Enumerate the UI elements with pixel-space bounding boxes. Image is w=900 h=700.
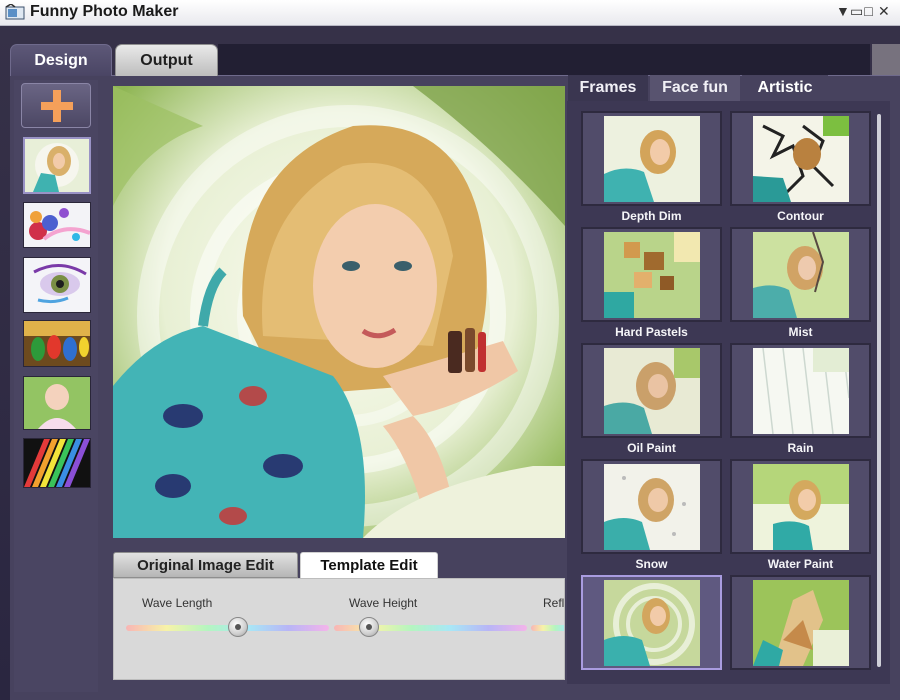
preview-image: [113, 86, 565, 538]
effect-rain[interactable]: [730, 343, 871, 438]
effect-oil-paint[interactable]: [581, 343, 722, 438]
window-title: Funny Photo Maker: [30, 3, 179, 20]
menu-dropdown-icon[interactable]: ▼: [836, 3, 850, 19]
effect-label-rain: Rain: [787, 441, 814, 455]
sidebar-thumbnail-baby[interactable]: [23, 376, 91, 430]
portrait-thumbnail-image: [25, 139, 89, 192]
effect-mosaic-preview: [753, 580, 849, 666]
app-logo-icon: [5, 4, 25, 20]
photo-preview-canvas[interactable]: [113, 86, 565, 538]
effect-oil-paint-preview: [604, 348, 700, 434]
slider-label-reflection: Refl: [543, 596, 565, 610]
flowers-thumbnail-image: [24, 203, 90, 247]
effect-snow-preview: [604, 464, 700, 550]
effect-mist[interactable]: [730, 227, 871, 322]
sidebar-thumbnail-flowers[interactable]: [23, 202, 91, 248]
effects-scrollbar[interactable]: [877, 114, 881, 667]
sidebar-thumbnail-rainbow[interactable]: [23, 438, 91, 488]
slider-label-wave-length: Wave Length: [142, 596, 213, 610]
rainbow-thumbnail-image: [24, 439, 90, 487]
effect-depth-dim[interactable]: [581, 111, 722, 206]
sidebar-thumbnail-eye[interactable]: [23, 257, 91, 313]
tab-frames[interactable]: Frames: [568, 75, 648, 101]
effect-water-paint[interactable]: [730, 459, 871, 554]
effect-snow[interactable]: [581, 459, 722, 554]
effect-contour[interactable]: [730, 111, 871, 206]
sidebar-thumbnail-portrait[interactable]: [23, 137, 91, 194]
effect-mist-preview: [753, 232, 849, 318]
title-bar: Funny Photo Maker ▼▭□✕: [0, 0, 900, 26]
effect-label-snow: Snow: [635, 557, 668, 571]
eye-thumbnail-image: [24, 258, 90, 312]
tab-template-edit[interactable]: Template Edit: [300, 552, 438, 578]
effect-mosaic[interactable]: [730, 575, 871, 670]
effect-label-mist: Mist: [788, 325, 813, 339]
effect-contour-preview: [753, 116, 849, 202]
effect-label-water-paint: Water Paint: [767, 557, 834, 571]
tab-strip-background: [218, 44, 870, 76]
close-button[interactable]: ✕: [878, 3, 892, 20]
effect-water-paint-preview: [753, 464, 849, 550]
tab-output[interactable]: Output: [115, 44, 218, 76]
template-edit-panel: Wave Length Wave Height Refl: [113, 578, 565, 680]
maximize-button[interactable]: □: [864, 3, 878, 19]
slider-label-wave-height: Wave Height: [349, 596, 418, 610]
artistic-effects-grid: Depth Dim Contour Hard Pastels Mist Oil …: [567, 101, 890, 684]
effect-depth-dim-preview: [604, 116, 700, 202]
tab-artistic[interactable]: Artistic: [742, 75, 828, 101]
sidebar-thumbnail-parrots[interactable]: [23, 320, 91, 367]
effect-label-depth-dim: Depth Dim: [621, 209, 682, 223]
baby-thumbnail-image: [24, 377, 90, 429]
wave-length-slider-thumb[interactable]: [227, 617, 248, 637]
effect-label-oil-paint: Oil Paint: [627, 441, 676, 455]
reflection-track[interactable]: [531, 625, 564, 631]
wave-height-slider-thumb[interactable]: [358, 617, 379, 637]
add-photo-button[interactable]: [21, 83, 91, 128]
effect-label-contour: Contour: [777, 209, 824, 223]
tab-strip-edge: [872, 44, 900, 76]
effect-swirl-preview: [604, 580, 700, 666]
tab-face-fun[interactable]: Face fun: [650, 75, 740, 101]
effect-label-hard-pastels: Hard Pastels: [615, 325, 688, 339]
effect-hard-pastels[interactable]: [581, 227, 722, 322]
tab-original-image-edit[interactable]: Original Image Edit: [113, 552, 298, 578]
effect-rain-preview: [753, 348, 849, 434]
tab-design[interactable]: Design: [10, 44, 112, 76]
plus-icon: [41, 90, 73, 122]
effect-swirl[interactable]: [581, 575, 722, 670]
parrots-thumbnail-image: [24, 321, 90, 366]
minimize-button[interactable]: ▭: [850, 3, 864, 20]
effect-hard-pastels-preview: [604, 232, 700, 318]
